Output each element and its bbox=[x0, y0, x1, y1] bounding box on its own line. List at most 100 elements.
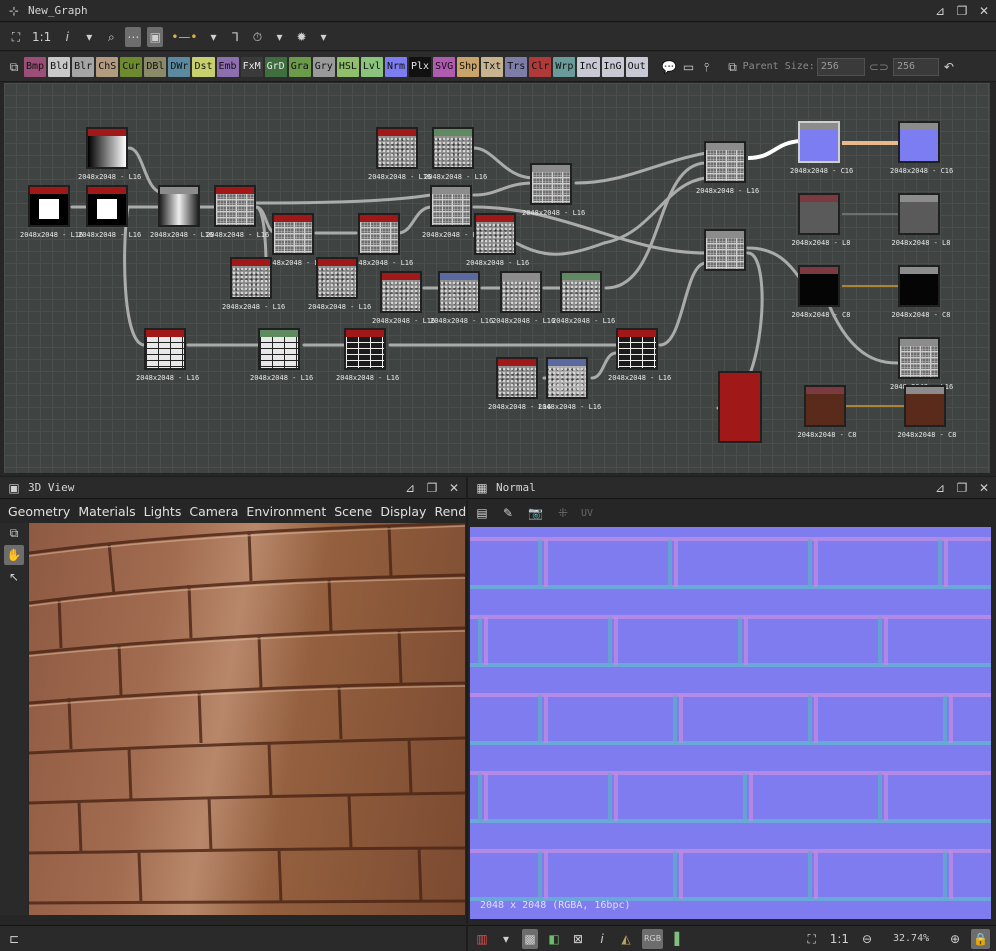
dropdown-arrow-icon[interactable]: ▾ bbox=[205, 27, 221, 47]
lock-icon[interactable]: 🔒 bbox=[971, 928, 990, 949]
atom-button-chs[interactable]: ChS bbox=[96, 56, 119, 77]
atom-button-ing[interactable]: InG bbox=[601, 56, 624, 77]
output-roughness-node[interactable]: 2048x2048 - L8 bbox=[891, 193, 951, 247]
align-icon[interactable]: ⅂ bbox=[227, 27, 243, 47]
layout-icon[interactable]: ⊏ bbox=[6, 929, 22, 949]
float-window-icon[interactable]: ❐ bbox=[954, 3, 970, 19]
parent-size-height[interactable]: 256 bbox=[892, 57, 939, 76]
noise-node-8[interactable]: 2048x2048 - L16 bbox=[492, 271, 555, 325]
atom-button-txt[interactable]: Txt bbox=[481, 56, 504, 77]
rgb-icon[interactable]: RGB bbox=[642, 928, 664, 949]
checker-icon[interactable]: ▩ bbox=[522, 928, 538, 949]
menu-materials[interactable]: Materials bbox=[78, 504, 135, 519]
dropdown-arrow-icon[interactable]: ▾ bbox=[498, 929, 514, 949]
atom-button-hsl[interactable]: HSL bbox=[336, 56, 359, 77]
zoom-ratio-label[interactable]: 1:1 bbox=[828, 929, 851, 949]
frame-icon[interactable]: ▣ bbox=[147, 26, 164, 47]
pin-icon[interactable]: ⊿ bbox=[402, 480, 418, 496]
noise-node-7[interactable]: 2048x2048 - L16 bbox=[430, 271, 493, 325]
close-icon[interactable]: ✕ bbox=[976, 480, 992, 496]
menu-geometry[interactable]: Geometry bbox=[8, 504, 70, 519]
tile-node-4[interactable]: 2048x2048 - L16 bbox=[422, 185, 485, 239]
atom-button-gra[interactable]: Gra bbox=[288, 56, 311, 77]
menu-camera[interactable]: Camera bbox=[189, 504, 238, 519]
atom-button-svg[interactable]: SVG bbox=[433, 56, 456, 77]
hand-icon[interactable]: ✋ bbox=[4, 545, 24, 565]
atom-button-blr[interactable]: Blr bbox=[72, 56, 95, 77]
menu-display[interactable]: Display bbox=[380, 504, 426, 519]
graph-stats-icon[interactable]: ◭ bbox=[618, 929, 634, 949]
fit-view-icon[interactable]: ⛶ bbox=[804, 929, 820, 949]
histogram-icon[interactable]: ◧ bbox=[546, 929, 562, 949]
export-icon[interactable]: ✎ bbox=[500, 503, 516, 523]
output-normal-node[interactable]: 2048x2048 - C16 bbox=[890, 121, 953, 175]
blend-node[interactable]: 2048x2048 - L16 bbox=[150, 185, 213, 239]
atom-button-wrp[interactable]: Wrp bbox=[553, 56, 576, 77]
noise-node-3[interactable]: 2048x2048 - L16 bbox=[368, 127, 431, 181]
noise-node-5[interactable]: 2048x2048 - L16 bbox=[466, 213, 529, 267]
normal-node[interactable]: 2048x2048 - C16 bbox=[790, 121, 853, 175]
atom-button-fxm[interactable]: FxM bbox=[240, 56, 263, 77]
basecolor-node[interactable]: 2048x2048 - C8 bbox=[797, 385, 857, 439]
atom-button-shp[interactable]: Shp bbox=[457, 56, 480, 77]
3d-viewport[interactable] bbox=[29, 523, 465, 915]
atom-button-out[interactable]: Out bbox=[625, 56, 648, 77]
pin-icon[interactable]: ⊿ bbox=[932, 3, 948, 19]
noise-node-6[interactable]: 2048x2048 - L16 bbox=[372, 271, 435, 325]
normal-map-view[interactable]: 2048 x 2048 (RGBA, 16bpc) bbox=[470, 527, 991, 919]
menu-lights[interactable]: Lights bbox=[144, 504, 182, 519]
detach-icon[interactable]: ⧉ bbox=[725, 57, 741, 77]
shape-node-2[interactable]: 2048x2048 - L16 bbox=[78, 185, 141, 239]
atom-button-nrm[interactable]: Nrm bbox=[384, 56, 407, 77]
blend-node-2[interactable]: 2048x2048 - L16 bbox=[522, 163, 585, 217]
detach-icon[interactable]: ⧉ bbox=[6, 57, 22, 77]
zoom-percent-field[interactable]: 32.74% bbox=[883, 933, 939, 944]
atom-button-bmp[interactable]: Bmp bbox=[24, 56, 47, 77]
noise-node-10[interactable]: 2048x2048 - L16 bbox=[488, 357, 551, 411]
graph-canvas[interactable]: 2048x2048 - L16 2048x2048 - L16 2048x204… bbox=[4, 83, 990, 473]
timer-icon[interactable]: ⏱ bbox=[249, 27, 265, 47]
light-pointer-icon[interactable]: ↖ bbox=[0, 567, 28, 587]
camera-icon[interactable]: 📷 bbox=[526, 503, 545, 523]
channels-icon[interactable]: ▥ bbox=[474, 929, 490, 949]
float-window-icon[interactable]: ❐ bbox=[954, 480, 970, 496]
close-icon[interactable]: ✕ bbox=[446, 480, 462, 496]
close-icon[interactable]: ✕ bbox=[976, 3, 992, 19]
atom-button-inc[interactable]: InC bbox=[577, 56, 600, 77]
tile-node-1[interactable]: 2048x2048 - L16 bbox=[206, 185, 269, 239]
uv-dropdown[interactable]: UV bbox=[581, 508, 593, 519]
pin-node-icon[interactable]: ⫯ bbox=[699, 57, 715, 77]
comment-icon[interactable]: 💬 bbox=[660, 57, 679, 77]
dropdown-arrow-icon[interactable]: ▾ bbox=[271, 27, 287, 47]
atom-button-bld[interactable]: Bld bbox=[48, 56, 71, 77]
atom-button-grd[interactable]: GrD bbox=[264, 56, 287, 77]
output-basecolor-node[interactable]: 2048x2048 - C8 bbox=[897, 385, 957, 439]
gradient-node[interactable]: 2048x2048 - L16 bbox=[78, 127, 141, 181]
atom-button-emb[interactable]: Emb bbox=[216, 56, 239, 77]
brick-node-1[interactable]: 2048x2048 - L16 bbox=[136, 328, 199, 382]
metallic-node[interactable]: 2048x2048 - C8 bbox=[791, 265, 851, 319]
dropdown-arrow-icon[interactable]: ▾ bbox=[315, 27, 331, 47]
output-metallic-node[interactable]: 2048x2048 - C8 bbox=[891, 265, 951, 319]
height-node[interactable]: 2048x2048 - L16 bbox=[890, 337, 953, 391]
info-icon[interactable]: i bbox=[59, 27, 75, 47]
noise-node-2[interactable]: 2048x2048 - L16 bbox=[308, 257, 371, 311]
atom-button-cur[interactable]: Cur bbox=[120, 56, 143, 77]
snap-icon[interactable]: ⋯ bbox=[125, 26, 142, 47]
noise-node-1[interactable]: 2048x2048 - L16 bbox=[222, 257, 285, 311]
atom-button-dwr[interactable]: DWr bbox=[168, 56, 191, 77]
dropdown-arrow-icon[interactable]: ▾ bbox=[81, 27, 97, 47]
blend-node-4[interactable] bbox=[704, 229, 746, 271]
noise-node-9[interactable]: 2048x2048 - L16 bbox=[552, 271, 615, 325]
brick-node-4[interactable]: 2048x2048 - L16 bbox=[608, 328, 671, 382]
settings-icon[interactable]: ✹ bbox=[293, 27, 309, 47]
info-icon[interactable]: i bbox=[594, 929, 610, 949]
menu-scene[interactable]: Scene bbox=[334, 504, 372, 519]
frame-node-icon[interactable]: ▭ bbox=[681, 57, 697, 77]
atom-button-dbl[interactable]: DBl bbox=[144, 56, 167, 77]
brick-node-2[interactable]: 2048x2048 - L16 bbox=[250, 328, 313, 382]
tiling-icon[interactable]: ⁜ bbox=[555, 503, 571, 523]
view-mode-icon[interactable]: ▤ bbox=[474, 503, 490, 523]
brick-node-3[interactable]: 2048x2048 - L16 bbox=[336, 328, 399, 382]
tile-node-2[interactable]: 2048x2048 - L16 bbox=[264, 213, 327, 267]
